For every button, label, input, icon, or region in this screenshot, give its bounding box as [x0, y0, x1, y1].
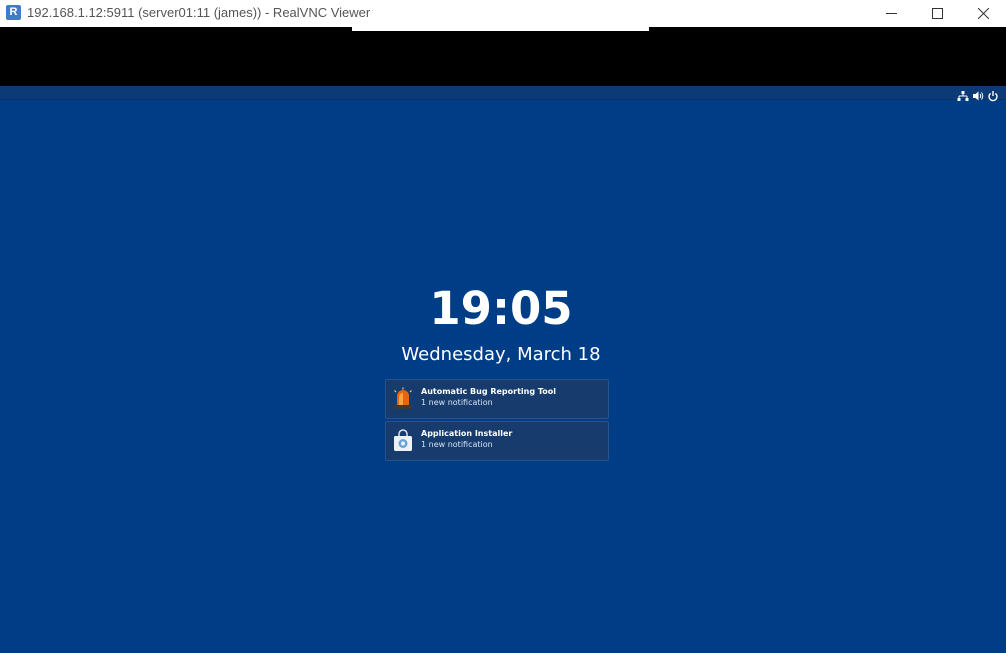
remote-display-letterbox — [0, 27, 1006, 86]
volume-icon[interactable] — [972, 87, 984, 101]
power-icon[interactable] — [987, 87, 999, 102]
close-button[interactable] — [960, 0, 1006, 27]
notification-title: Application Installer — [421, 429, 513, 438]
lock-screen-clock: 19:05 — [429, 282, 573, 335]
minimize-icon — [886, 13, 897, 14]
vnc-viewer-window: R 192.168.1.12:5911 (server01:11 (james)… — [0, 0, 1006, 653]
remote-lock-screen[interactable]: 19:05 Wednesday, March 18 Automatic Bug … — [0, 86, 1006, 653]
notification-card[interactable]: Automatic Bug Reporting Tool 1 new notif… — [385, 379, 609, 419]
close-icon — [978, 8, 989, 19]
notification-card[interactable]: Application Installer 1 new notification — [385, 421, 609, 461]
alarm-light-icon — [394, 387, 412, 409]
software-bag-icon — [394, 429, 412, 451]
network-icon[interactable] — [957, 87, 969, 101]
window-title: 192.168.1.12:5911 (server01:11 (james)) … — [27, 5, 371, 20]
vnc-toolbar-tab[interactable] — [352, 27, 649, 31]
notification-subtitle: 1 new notification — [421, 440, 493, 449]
realvnc-app-icon: R — [6, 5, 21, 20]
maximize-button[interactable] — [914, 0, 960, 27]
lock-screen-date: Wednesday, March 18 — [401, 344, 601, 365]
notification-subtitle: 1 new notification — [421, 398, 493, 407]
title-bar[interactable]: R 192.168.1.12:5911 (server01:11 (james)… — [0, 0, 1006, 27]
maximize-icon — [932, 8, 943, 19]
minimize-button[interactable] — [868, 0, 914, 27]
top-panel — [0, 86, 1006, 102]
notification-title: Automatic Bug Reporting Tool — [421, 387, 556, 396]
